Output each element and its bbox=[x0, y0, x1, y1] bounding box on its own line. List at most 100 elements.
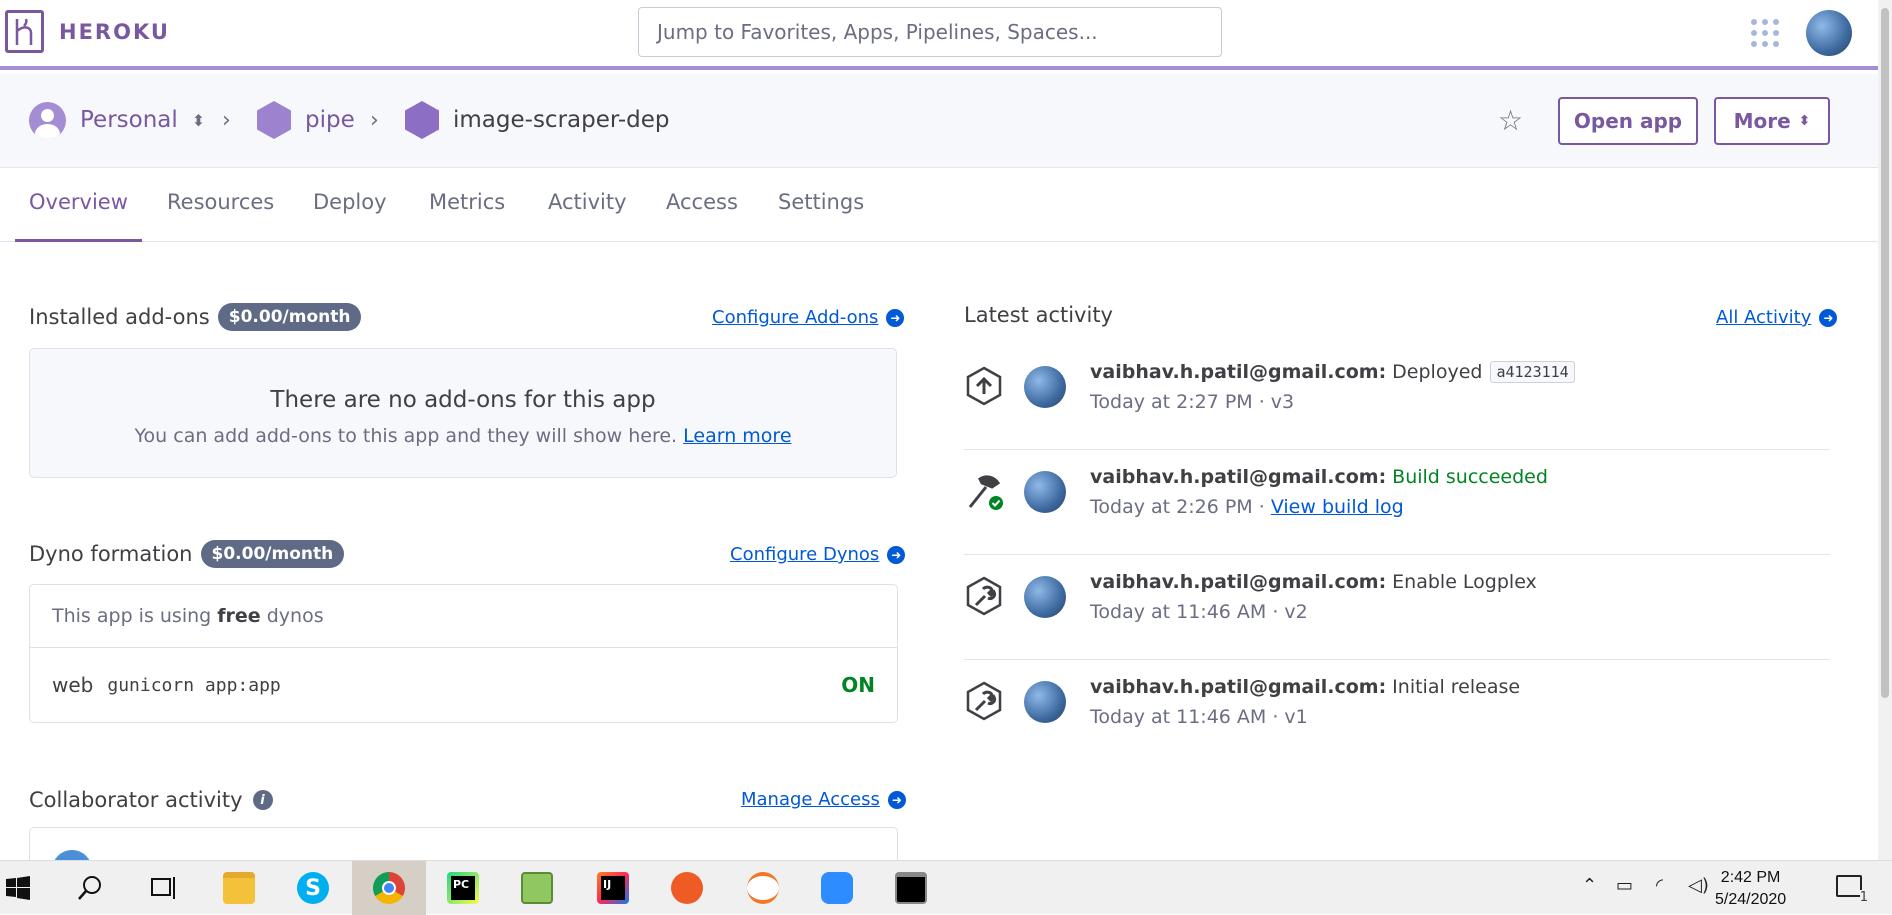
jupyter-icon[interactable] bbox=[726, 861, 800, 915]
arrow-right-circle-icon: ➜ bbox=[886, 308, 905, 327]
configure-dynos-link[interactable]: Configure Dynos ➜ bbox=[730, 544, 906, 565]
commit-hash: a4123114 bbox=[1490, 361, 1575, 383]
tab-activity[interactable]: Activity bbox=[548, 190, 627, 242]
notifications-icon[interactable]: 1 bbox=[1836, 875, 1868, 905]
collaborators-title: Collaborator activity bbox=[29, 788, 243, 812]
clock-date: 5/24/2020 bbox=[1715, 891, 1787, 908]
activity-item: vaibhav.h.patil@gmail.com: Deployed a412… bbox=[964, 346, 1830, 450]
app-header: Personal ⬍ › pipe › image-scraper-dep ☆ … bbox=[0, 74, 1878, 168]
chrome-icon[interactable] bbox=[352, 861, 426, 915]
heroku-logo[interactable]: HEROKU bbox=[5, 10, 170, 53]
wifi-icon[interactable]: ◜ bbox=[1656, 875, 1663, 896]
addons-empty-text: You can add add-ons to this app and they… bbox=[134, 425, 792, 447]
arrow-right-circle-icon: ➜ bbox=[887, 545, 906, 564]
zoom-icon[interactable] bbox=[800, 861, 874, 915]
task-view-icon[interactable] bbox=[126, 861, 202, 915]
windows-start-icon[interactable] bbox=[0, 861, 36, 915]
activity-action: Deployed bbox=[1392, 361, 1483, 383]
notification-count: 1 bbox=[1859, 890, 1868, 905]
breadcrumb-personal[interactable]: Personal ⬍ bbox=[29, 100, 205, 140]
tab-deploy[interactable]: Deploy bbox=[313, 190, 387, 242]
search-placeholder: Jump to Favorites, Apps, Pipelines, Spac… bbox=[657, 20, 1098, 44]
open-app-button[interactable]: Open app bbox=[1558, 97, 1698, 145]
activity-description: vaibhav.h.patil@gmail.com: Deployed a412… bbox=[1090, 361, 1575, 383]
top-navbar: HEROKU Jump to Favorites, Apps, Pipeline… bbox=[0, 0, 1878, 70]
app-icon bbox=[405, 101, 439, 139]
intellij-icon[interactable]: IJ bbox=[576, 861, 650, 915]
heroku-wordmark: HEROKU bbox=[59, 19, 170, 44]
activity-avatar bbox=[1024, 471, 1066, 513]
tab-overview[interactable]: Overview bbox=[15, 190, 142, 242]
all-activity-label[interactable]: All Activity bbox=[1716, 307, 1811, 328]
chevron-right-icon: › bbox=[370, 107, 379, 133]
breadcrumb-app: image-scraper-dep bbox=[405, 100, 670, 140]
scrollbar-thumb[interactable] bbox=[1881, 8, 1889, 698]
breadcrumb-pipeline-label: pipe bbox=[305, 107, 355, 133]
clock-time: 2:42 PM bbox=[1720, 869, 1781, 886]
volume-icon[interactable]: ◁) bbox=[1688, 875, 1709, 896]
addons-cost-badge: $0.00/month bbox=[217, 303, 362, 331]
collaborators-section-title: Collaborator activity i bbox=[29, 788, 273, 812]
breadcrumb-personal-label: Personal bbox=[80, 107, 178, 133]
activity-avatar bbox=[1024, 366, 1066, 408]
activity-description: vaibhav.h.patil@gmail.com: Build succeed… bbox=[1090, 466, 1548, 488]
apps-grid-icon[interactable] bbox=[1751, 19, 1779, 47]
favorite-star-icon[interactable]: ☆ bbox=[1498, 104, 1523, 137]
manage-access-link[interactable]: Manage Access ➜ bbox=[741, 789, 906, 810]
postman-icon[interactable] bbox=[650, 861, 724, 915]
configure-dynos-label[interactable]: Configure Dynos bbox=[730, 544, 879, 565]
learn-more-link[interactable]: Learn more bbox=[683, 425, 791, 447]
addons-section-title: Installed add-ons $0.00/month bbox=[29, 303, 362, 331]
dyno-status: ON bbox=[841, 673, 875, 697]
search-input[interactable]: Jump to Favorites, Apps, Pipelines, Spac… bbox=[638, 7, 1222, 57]
configure-addons-label[interactable]: Configure Add-ons bbox=[712, 307, 878, 328]
arrow-right-circle-icon: ➜ bbox=[887, 790, 906, 809]
activity-section-title: Latest activity bbox=[964, 303, 1113, 327]
tab-access[interactable]: Access bbox=[666, 190, 738, 242]
terminal-icon[interactable] bbox=[874, 861, 948, 915]
activity-user: vaibhav.h.patil@gmail.com: bbox=[1090, 361, 1387, 383]
tab-metrics[interactable]: Metrics bbox=[429, 190, 505, 242]
arrow-right-circle-icon: ➜ bbox=[1819, 308, 1838, 327]
battery-icon[interactable]: ▭ bbox=[1616, 875, 1633, 896]
dyno-process-row: web gunicorn app:app ON bbox=[30, 648, 897, 722]
dyno-process-type: web bbox=[52, 673, 94, 697]
addons-empty-title: There are no add-ons for this app bbox=[270, 387, 656, 413]
search-icon[interactable] bbox=[52, 861, 128, 915]
app-tabs: Overview Resources Deploy Metrics Activi… bbox=[0, 168, 1878, 242]
breadcrumb-app-label: image-scraper-dep bbox=[453, 107, 670, 133]
activity-avatar bbox=[1024, 576, 1066, 618]
system-clock[interactable]: 2:42 PM 5/24/2020 bbox=[1715, 867, 1786, 911]
dyno-formation-card: This app is using free dynos web gunicor… bbox=[29, 584, 898, 723]
activity-user: vaibhav.h.patil@gmail.com: bbox=[1090, 571, 1387, 593]
activity-item: vaibhav.h.patil@gmail.com: Build succeed… bbox=[964, 451, 1830, 555]
notepad-plus-icon[interactable] bbox=[500, 861, 574, 915]
chevron-updown-icon: ⬍ bbox=[1798, 113, 1811, 129]
pycharm-icon[interactable]: PC bbox=[426, 861, 500, 915]
breadcrumb-pipeline[interactable]: pipe bbox=[257, 100, 355, 140]
activity-description: vaibhav.h.patil@gmail.com: Initial relea… bbox=[1090, 676, 1520, 698]
user-avatar[interactable] bbox=[1806, 10, 1852, 56]
manage-access-label[interactable]: Manage Access bbox=[741, 789, 880, 810]
activity-action: Enable Logplex bbox=[1392, 571, 1537, 593]
deploy-icon bbox=[966, 366, 1002, 406]
skype-icon[interactable]: S bbox=[276, 861, 350, 915]
activity-item: vaibhav.h.patil@gmail.com: Enable Logple… bbox=[964, 556, 1830, 660]
more-button[interactable]: More ⬍ bbox=[1714, 97, 1830, 145]
activity-time: Today at 11:46 AM · v1 bbox=[1090, 706, 1308, 728]
page-scrollbar[interactable] bbox=[1878, 0, 1892, 860]
info-icon[interactable]: i bbox=[252, 790, 273, 810]
person-icon bbox=[29, 101, 66, 139]
chevron-right-icon: › bbox=[222, 107, 231, 133]
view-build-log-link[interactable]: View build log bbox=[1271, 496, 1404, 518]
chevron-up-icon[interactable]: ⌃ bbox=[1582, 875, 1597, 896]
tab-resources[interactable]: Resources bbox=[167, 190, 274, 242]
all-activity-link[interactable]: All Activity ➜ bbox=[1716, 307, 1838, 328]
file-explorer-icon[interactable] bbox=[202, 861, 276, 915]
dyno-type: free bbox=[217, 605, 261, 627]
dyno-command: gunicorn app:app bbox=[107, 674, 281, 696]
activity-user: vaibhav.h.patil@gmail.com: bbox=[1090, 466, 1387, 488]
tab-settings[interactable]: Settings bbox=[778, 190, 864, 242]
configure-addons-link[interactable]: Configure Add-ons ➜ bbox=[712, 307, 905, 328]
dynos-title: Dyno formation bbox=[29, 542, 193, 566]
